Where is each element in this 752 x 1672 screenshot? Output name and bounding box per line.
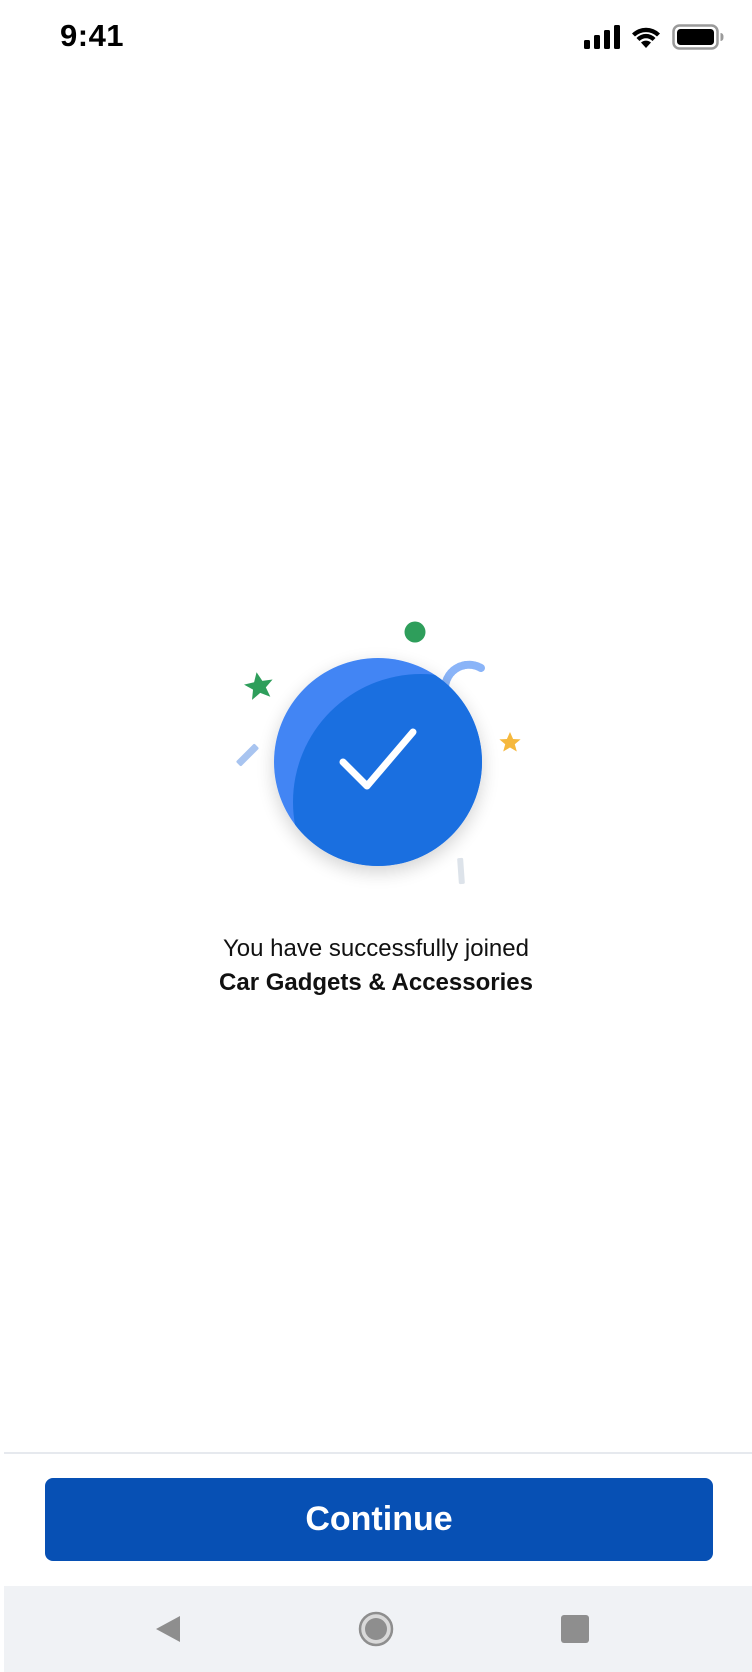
- status-bar: 9:41: [0, 0, 752, 75]
- continue-button[interactable]: Continue: [45, 1478, 713, 1561]
- success-graphic: [236, 621, 521, 885]
- back-icon: [156, 1616, 180, 1642]
- nav-home-button[interactable]: [336, 1586, 416, 1672]
- success-text: You have successfully joined: [223, 935, 529, 962]
- success-illustration: [226, 612, 526, 892]
- confetti-dot: [404, 621, 426, 643]
- wifi-icon: [632, 27, 660, 48]
- confetti-bar: [236, 743, 259, 767]
- success-message: You have successfully joined Car Gadgets…: [0, 932, 752, 1000]
- nav-back-button[interactable]: [128, 1586, 208, 1672]
- home-icon: [358, 1611, 394, 1647]
- yellow-star-icon: [499, 732, 521, 752]
- nav-recents-button[interactable]: [535, 1586, 615, 1672]
- battery-icon: [672, 24, 724, 50]
- recents-icon: [561, 1615, 589, 1643]
- status-icons: [584, 22, 724, 52]
- success-screen: 9:41 You have successfully joined Car Ga…: [0, 0, 752, 1672]
- confetti-bar: [457, 857, 465, 885]
- signal-icon: [584, 25, 620, 49]
- group-name: Car Gadgets & Accessories: [219, 969, 533, 996]
- status-time: 9:41: [60, 18, 125, 53]
- system-nav-bar: [4, 1586, 752, 1672]
- footer-divider: [4, 1452, 752, 1454]
- confetti-arc: [441, 660, 485, 692]
- green-star-icon: [244, 672, 273, 700]
